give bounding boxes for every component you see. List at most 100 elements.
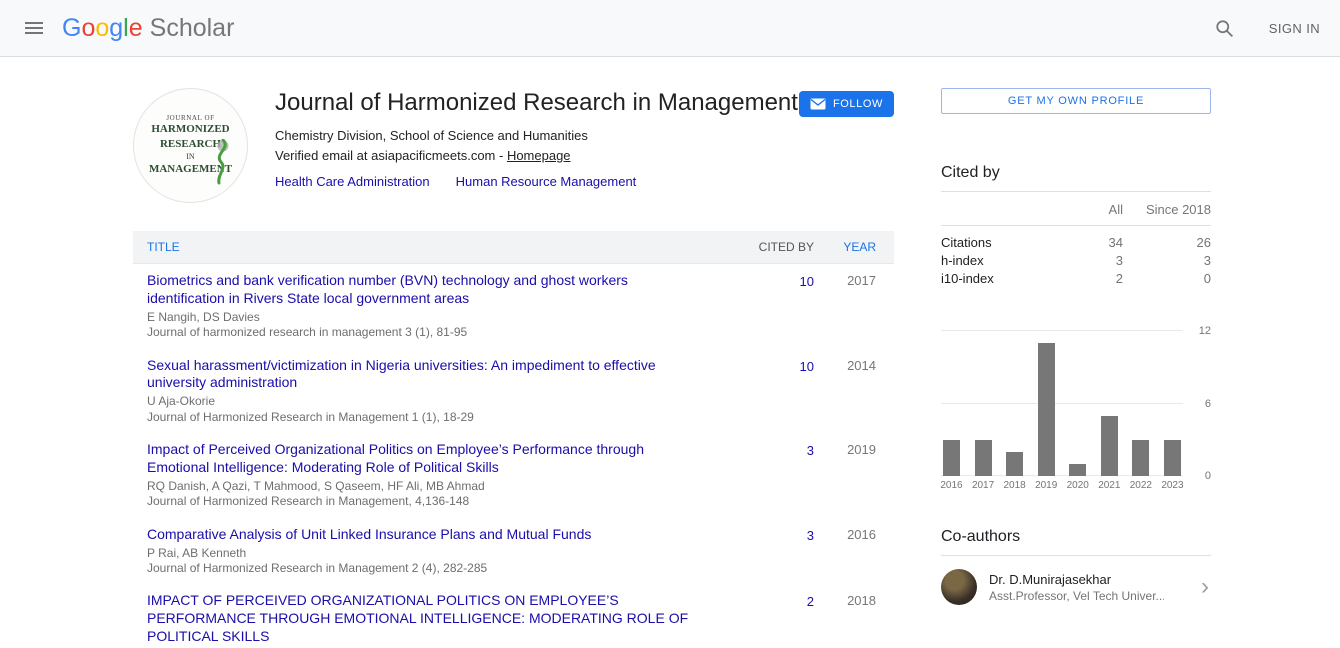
journal-logo-line: HARMONIZED — [151, 122, 229, 137]
article-year: 2019 — [814, 441, 876, 510]
logo-google-text: Google — [62, 14, 143, 43]
follow-label: FOLLOW — [833, 98, 883, 110]
article-title-link[interactable]: Impact of Perceived Organizational Polit… — [147, 441, 702, 477]
chart-ytick-label: 6 — [1187, 398, 1211, 410]
column-header-year[interactable]: YEAR — [814, 240, 876, 254]
coauthor-item[interactable]: Dr. D.Munirajasekhar Asst.Professor, Vel… — [941, 556, 1211, 618]
right-sidebar: GET MY OWN PROFILE Cited by All Since 20… — [941, 88, 1211, 648]
coauthor-avatar — [941, 569, 977, 605]
article-title-link[interactable]: IMPACT OF PERCEIVED ORGANIZATIONAL POLIT… — [147, 592, 702, 646]
chart-plot: 0612 20162017201820192020202120222023 — [941, 331, 1183, 476]
article-citedby-link[interactable]: 10 — [800, 359, 814, 374]
chart-bar-column: 2020 — [1069, 331, 1086, 476]
profile-photo[interactable]: JOURNAL OF HARMONIZED RESEARCH IN MANAGE… — [133, 88, 248, 203]
publications-table-header: TITLE CITED BY YEAR — [133, 231, 894, 264]
interest-link[interactable]: Human Resource Management — [456, 174, 637, 189]
stat-value-all: 2 — [1059, 271, 1123, 286]
article-authors: U Aja-Okorie — [147, 394, 702, 409]
chart-ytick-label: 12 — [1187, 325, 1211, 337]
chevron-right-icon: › — [1201, 573, 1209, 600]
citation-bar[interactable] — [1069, 464, 1086, 476]
article-year: 2014 — [814, 357, 876, 426]
citations-chart: 0612 20162017201820192020202120222023 — [941, 331, 1211, 476]
chart-xtick-label: 2020 — [1067, 480, 1089, 491]
chart-xtick-label: 2019 — [1035, 480, 1057, 491]
column-header-citedby: CITED BY — [728, 240, 814, 254]
coauthor-text: Dr. D.Munirajasekhar Asst.Professor, Vel… — [989, 572, 1164, 603]
article-title-link[interactable]: Sexual harassment/victimization in Niger… — [147, 357, 702, 393]
citation-bar[interactable] — [943, 440, 960, 476]
article-venue: Journal of Harmonized Research in Manage… — [147, 561, 702, 576]
stats-row-citations: Citations 34 26 — [941, 233, 1211, 251]
profile-info: Journal of Harmonized Research in Manage… — [275, 88, 894, 203]
chart-bar-column: 2023 — [1164, 331, 1181, 476]
article-venue: Journal of harmonized research in manage… — [147, 325, 702, 340]
topbar-actions: SIGN IN — [1207, 10, 1320, 46]
journal-logo-line: JOURNAL OF — [166, 114, 214, 122]
article-title-link[interactable]: Biometrics and bank verification number … — [147, 272, 702, 308]
profile-header: JOURNAL OF HARMONIZED RESEARCH IN MANAGE… — [133, 88, 894, 203]
citation-bar[interactable] — [1164, 440, 1181, 476]
stats-row-i10index: i10-index 2 0 — [941, 269, 1211, 287]
sign-in-link[interactable]: SIGN IN — [1269, 21, 1320, 36]
coauthors-next-button[interactable]: › — [1199, 571, 1211, 603]
chart-ytick-label: 0 — [1187, 470, 1211, 482]
chart-xtick-label: 2021 — [1098, 480, 1120, 491]
article-year: 2017 — [814, 272, 876, 341]
menu-icon[interactable] — [12, 6, 56, 50]
article-authors: RQ Danish, A Qazi, T Mahmood, S Qaseem, … — [147, 479, 702, 494]
cited-by-heading: Cited by — [941, 164, 1211, 192]
article-year: 2018 — [814, 592, 876, 648]
citation-bar[interactable] — [1132, 440, 1149, 476]
get-my-own-profile-button[interactable]: GET MY OWN PROFILE — [941, 88, 1211, 114]
google-scholar-logo[interactable]: Google Scholar — [62, 14, 234, 43]
article-year: 2016 — [814, 526, 876, 577]
coauthor-name-link[interactable]: Dr. D.Munirajasekhar — [989, 572, 1164, 587]
stat-value-since: 3 — [1123, 253, 1211, 268]
search-icon[interactable] — [1207, 10, 1243, 46]
stat-label: i10-index — [941, 271, 1059, 286]
homepage-link[interactable]: Homepage — [507, 148, 571, 163]
article-venue: Journal of Harmonized Research in Manage… — [147, 410, 702, 425]
chart-bar-column: 2017 — [975, 331, 992, 476]
article-citedby-link[interactable]: 10 — [800, 274, 814, 289]
article-row: Comparative Analysis of Unit Linked Insu… — [133, 518, 894, 585]
article-row: Biometrics and bank verification number … — [133, 264, 894, 349]
article-authors: P Rai, AB Kenneth — [147, 546, 702, 561]
article-citedby-link[interactable]: 2 — [807, 594, 814, 609]
chart-bar-column: 2019 — [1038, 331, 1055, 476]
chart-xtick-label: 2016 — [940, 480, 962, 491]
chart-xtick-label: 2017 — [972, 480, 994, 491]
follow-button[interactable]: FOLLOW — [799, 91, 894, 117]
citation-bar[interactable] — [1038, 343, 1055, 476]
page-content: JOURNAL OF HARMONIZED RESEARCH IN MANAGE… — [0, 57, 1340, 648]
stats-col-since: Since 2018 — [1123, 202, 1211, 217]
article-authors: E Nangih, DS Davies — [147, 310, 702, 325]
article-citedby-link[interactable]: 3 — [807, 528, 814, 543]
coauthors-heading: Co-authors — [941, 528, 1211, 556]
interest-link[interactable]: Health Care Administration — [275, 174, 430, 189]
envelope-icon — [810, 98, 826, 110]
verified-email-text: Verified email at asiapacificmeets.com - — [275, 148, 507, 163]
article-venue: Journal of Harmonized Research in Manage… — [147, 494, 702, 509]
stats-row-hindex: h-index 3 3 — [941, 251, 1211, 269]
publications-table: TITLE CITED BY YEAR Biometrics and bank … — [133, 231, 894, 648]
main-column: JOURNAL OF HARMONIZED RESEARCH IN MANAGE… — [133, 88, 894, 648]
profile-name: Journal of Harmonized Research in Manage… — [275, 89, 798, 117]
chart-bar-column: 2018 — [1006, 331, 1023, 476]
citation-bar[interactable] — [1006, 452, 1023, 476]
column-header-title[interactable]: TITLE — [147, 240, 728, 254]
coauthor-affiliation: Asst.Professor, Vel Tech Univer... — [989, 589, 1164, 603]
verified-email: Verified email at asiapacificmeets.com -… — [275, 148, 894, 163]
stats-header-row: All Since 2018 — [941, 202, 1211, 226]
citation-bar[interactable] — [1101, 416, 1118, 476]
article-title-link[interactable]: Comparative Analysis of Unit Linked Insu… — [147, 526, 702, 544]
chart-bars: 20162017201820192020202120222023 — [941, 331, 1183, 476]
citation-bar[interactable] — [975, 440, 992, 476]
article-row: IMPACT OF PERCEIVED ORGANIZATIONAL POLIT… — [133, 584, 894, 648]
chart-xtick-label: 2018 — [1004, 480, 1026, 491]
stat-value-since: 0 — [1123, 271, 1211, 286]
article-citedby-link[interactable]: 3 — [807, 443, 814, 458]
top-bar: Google Scholar SIGN IN — [0, 0, 1340, 57]
stat-label: h-index — [941, 253, 1059, 268]
